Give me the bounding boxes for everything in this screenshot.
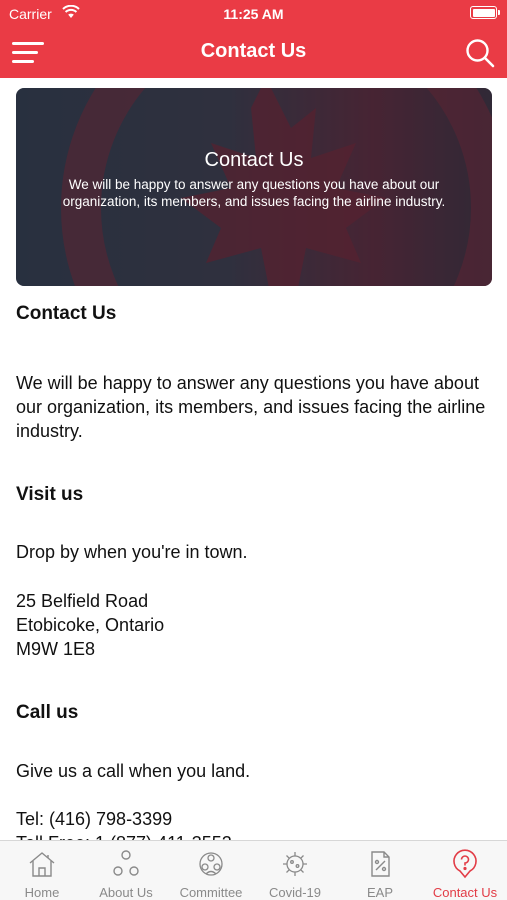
section-heading-contact: Contact Us bbox=[16, 303, 117, 324]
app-header: Carrier 11:25 AM Contact Us bbox=[0, 0, 507, 78]
tab-label: Committee bbox=[179, 885, 243, 900]
battery-icon bbox=[470, 6, 500, 19]
tab-contact-us[interactable]: Contact Us bbox=[423, 841, 507, 900]
banner-description: We will be happy to answer any questions… bbox=[62, 177, 446, 209]
question-pin-icon bbox=[450, 849, 480, 879]
tab-label: About Us bbox=[99, 885, 153, 900]
visit-text: Drop by when you're in town. bbox=[16, 542, 248, 562]
status-time: 11:25 AM bbox=[223, 6, 284, 22]
tab-label: EAP bbox=[366, 885, 393, 900]
search-icon[interactable] bbox=[465, 38, 495, 68]
tab-label: Contact Us bbox=[432, 885, 498, 900]
status-bar: Carrier 11:25 AM bbox=[0, 0, 507, 28]
section-heading-call: Call us bbox=[16, 702, 79, 723]
address-line-3: M9W 1E8 bbox=[16, 639, 96, 659]
about-circles-icon bbox=[111, 849, 141, 879]
tab-about-us[interactable]: About Us bbox=[84, 841, 168, 900]
committee-icon bbox=[196, 849, 226, 879]
tab-label: Covid-19 bbox=[268, 885, 322, 900]
tab-home[interactable]: Home bbox=[0, 841, 84, 900]
home-icon bbox=[27, 849, 57, 879]
page-title: Contact Us bbox=[200, 40, 307, 62]
document-percent-icon bbox=[365, 849, 395, 879]
virus-icon bbox=[280, 849, 310, 879]
banner-title: Contact Us bbox=[204, 149, 304, 171]
section-heading-visit: Visit us bbox=[16, 484, 84, 505]
call-text: Give us a call when you land. bbox=[16, 761, 251, 781]
navigation-bar: Contact Us bbox=[0, 28, 507, 78]
tab-label: Home bbox=[24, 885, 60, 900]
hero-banner: Contact Us We will be happy to answer an… bbox=[16, 88, 492, 286]
tab-covid-19[interactable]: Covid-19 bbox=[253, 841, 337, 900]
intro-text: We will be happy to answer any questions… bbox=[16, 373, 486, 441]
address-line-2: Etobicoke, Ontario bbox=[16, 615, 165, 635]
phone-number-link[interactable]: Tel: (416) 798-3399 bbox=[16, 807, 486, 831]
tab-bar: Home About Us Committee Covid-19 EAP Con… bbox=[0, 840, 507, 900]
tab-committee[interactable]: Committee bbox=[169, 841, 253, 900]
address-line-1: 25 Belfield Road bbox=[16, 591, 149, 611]
tab-eap[interactable]: EAP bbox=[338, 841, 422, 900]
